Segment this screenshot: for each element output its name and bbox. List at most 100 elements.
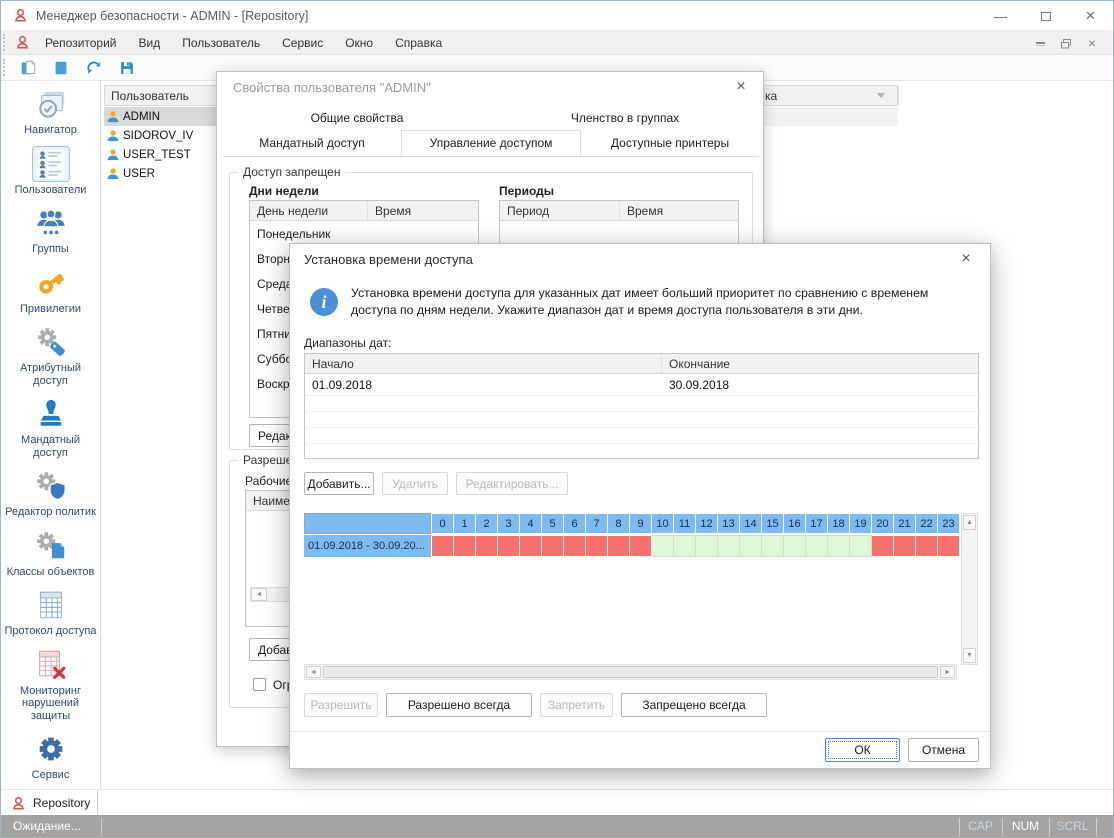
hour-header-22[interactable]: 22 <box>916 513 938 534</box>
weekday-col-header[interactable]: День недели <box>250 201 368 220</box>
hour-cell-22-denied[interactable] <box>916 535 938 557</box>
hour-cell-15-allowed[interactable] <box>762 535 784 557</box>
hscroll-thumb[interactable] <box>323 666 938 678</box>
hour-cell-14-allowed[interactable] <box>740 535 762 557</box>
user-row-user_test[interactable]: USER_TEST <box>104 145 216 164</box>
hour-cell-19-allowed[interactable] <box>850 535 872 557</box>
sidebar-item-service[interactable]: Сервис <box>3 731 99 782</box>
hour-cell-2-denied[interactable] <box>476 535 498 557</box>
hour-cell-0-denied[interactable] <box>432 535 454 557</box>
user-row-admin[interactable]: ADMIN <box>104 107 216 126</box>
menu-item-1[interactable]: Репозиторий <box>34 31 128 54</box>
menu-item-4[interactable]: Сервис <box>271 31 334 54</box>
minimize-button[interactable]: — <box>978 1 1023 31</box>
hour-cell-5-denied[interactable] <box>542 535 564 557</box>
sidebar-item-navigator[interactable]: Навигатор <box>3 86 99 137</box>
hour-header-15[interactable]: 15 <box>762 513 784 534</box>
time-close-icon[interactable]: × <box>954 248 978 270</box>
partial-column-header[interactable]: ка <box>765 86 777 105</box>
menu-item-3[interactable]: Пользователь <box>171 31 271 54</box>
sidebar-item-mandatory-access[interactable]: Мандатный доступ <box>3 396 99 459</box>
hour-cell-12-allowed[interactable] <box>696 535 718 557</box>
mdi-restore-button[interactable] <box>1053 33 1079 53</box>
tab-repository[interactable]: Repository <box>1 790 98 816</box>
hour-cell-6-denied[interactable] <box>564 535 586 557</box>
scroll-up-icon[interactable]: ▲ <box>963 515 976 530</box>
hour-cell-8-denied[interactable] <box>608 535 630 557</box>
deny-always-button[interactable]: Запрещено всегда <box>621 693 767 717</box>
period-col-header[interactable]: Период <box>500 201 620 220</box>
end-col-header[interactable]: Окончание <box>662 354 978 373</box>
hour-header-11[interactable]: 11 <box>674 513 696 534</box>
tab-general[interactable]: Общие свойства <box>223 106 491 130</box>
hour-cell-17-allowed[interactable] <box>806 535 828 557</box>
hour-cell-21-denied[interactable] <box>894 535 916 557</box>
sidebar-item-object-classes[interactable]: Классы объектов <box>3 528 99 579</box>
grid-corner-cell[interactable] <box>304 513 431 534</box>
column-dropdown-arrow-icon[interactable] <box>877 93 885 98</box>
hour-cell-3-denied[interactable] <box>498 535 520 557</box>
toolbar-save-button[interactable] <box>115 57 139 79</box>
hour-header-23[interactable]: 23 <box>938 513 960 534</box>
grid-hscrollbar[interactable]: ◄ ► <box>304 664 957 680</box>
user-row-user[interactable]: USER <box>104 164 216 183</box>
menu-item-6[interactable]: Справка <box>384 31 453 54</box>
sidebar-item-groups[interactable]: Группы <box>3 205 99 256</box>
cancel-button[interactable]: Отмена <box>908 738 979 762</box>
period-time-col-header[interactable]: Время <box>620 201 738 220</box>
hour-header-7[interactable]: 7 <box>586 513 608 534</box>
hour-header-13[interactable]: 13 <box>718 513 740 534</box>
hour-cell-4-denied[interactable] <box>520 535 542 557</box>
sidebar-item-privileges[interactable]: Привилегии <box>3 265 99 316</box>
ok-button[interactable]: ОК <box>825 738 900 762</box>
grid-vscrollbar[interactable]: ▲ ▼ <box>961 513 978 665</box>
tab-membership[interactable]: Членство в группах <box>491 106 759 130</box>
hour-header-21[interactable]: 21 <box>894 513 916 534</box>
hour-header-12[interactable]: 12 <box>696 513 718 534</box>
hour-cell-11-allowed[interactable] <box>674 535 696 557</box>
hour-header-0[interactable]: 0 <box>432 513 454 534</box>
restrict-checkbox[interactable] <box>253 678 266 691</box>
date-range-row[interactable]: 01.09.201830.09.2018 <box>305 374 978 396</box>
hour-cell-18-allowed[interactable] <box>828 535 850 557</box>
hour-header-1[interactable]: 1 <box>454 513 476 534</box>
hour-cell-9-denied[interactable] <box>630 535 652 557</box>
allow-always-button[interactable]: Разрешено всегда <box>386 693 532 717</box>
sidebar-item-access-log[interactable]: Протокол доступа <box>3 587 99 638</box>
hour-header-5[interactable]: 5 <box>542 513 564 534</box>
hour-cell-7-denied[interactable] <box>586 535 608 557</box>
tab-access-control[interactable]: Управление доступом <box>401 130 581 156</box>
props-close-icon[interactable]: × <box>729 76 753 98</box>
menu-item-2[interactable]: Вид <box>128 31 172 54</box>
start-col-header[interactable]: Начало <box>305 354 662 373</box>
hour-cell-10-allowed[interactable] <box>652 535 674 557</box>
hour-header-18[interactable]: 18 <box>828 513 850 534</box>
hour-header-17[interactable]: 17 <box>806 513 828 534</box>
hour-header-2[interactable]: 2 <box>476 513 498 534</box>
sidebar-item-users[interactable]: Пользователи <box>3 146 99 197</box>
tab-mandatory[interactable]: Мандатный доступ <box>223 130 401 156</box>
hour-header-6[interactable]: 6 <box>564 513 586 534</box>
hour-header-20[interactable]: 20 <box>872 513 894 534</box>
weekday-time-col-header[interactable]: Время <box>368 201 478 220</box>
mdi-minimize-button[interactable] <box>1027 33 1053 53</box>
sidebar-item-violation-monitor[interactable]: Мониторинг нарушений защиты <box>3 647 99 723</box>
hour-cell-13-allowed[interactable] <box>718 535 740 557</box>
grid-row-label[interactable]: 01.09.2018 - 30.09.20... <box>304 535 431 557</box>
hour-header-3[interactable]: 3 <box>498 513 520 534</box>
hour-cell-23-denied[interactable] <box>938 535 960 557</box>
hour-header-9[interactable]: 9 <box>630 513 652 534</box>
hour-cell-20-denied[interactable] <box>872 535 894 557</box>
sidebar-item-attr-access[interactable]: Атрибутный доступ <box>3 324 99 387</box>
sidebar-item-policy-editor[interactable]: Редактор политик <box>3 468 99 519</box>
close-button[interactable]: × <box>1068 1 1113 31</box>
hour-header-14[interactable]: 14 <box>740 513 762 534</box>
scroll-down-icon[interactable]: ▼ <box>963 648 976 663</box>
maximize-button[interactable] <box>1023 1 1068 31</box>
hour-header-16[interactable]: 16 <box>784 513 806 534</box>
scroll-right-icon[interactable]: ► <box>940 666 955 678</box>
hour-header-19[interactable]: 19 <box>850 513 872 534</box>
user-column-header[interactable]: Пользователь <box>105 89 189 103</box>
hour-header-8[interactable]: 8 <box>608 513 630 534</box>
date-ranges-table[interactable]: Начало Окончание 01.09.201830.09.2018 <box>304 353 979 459</box>
